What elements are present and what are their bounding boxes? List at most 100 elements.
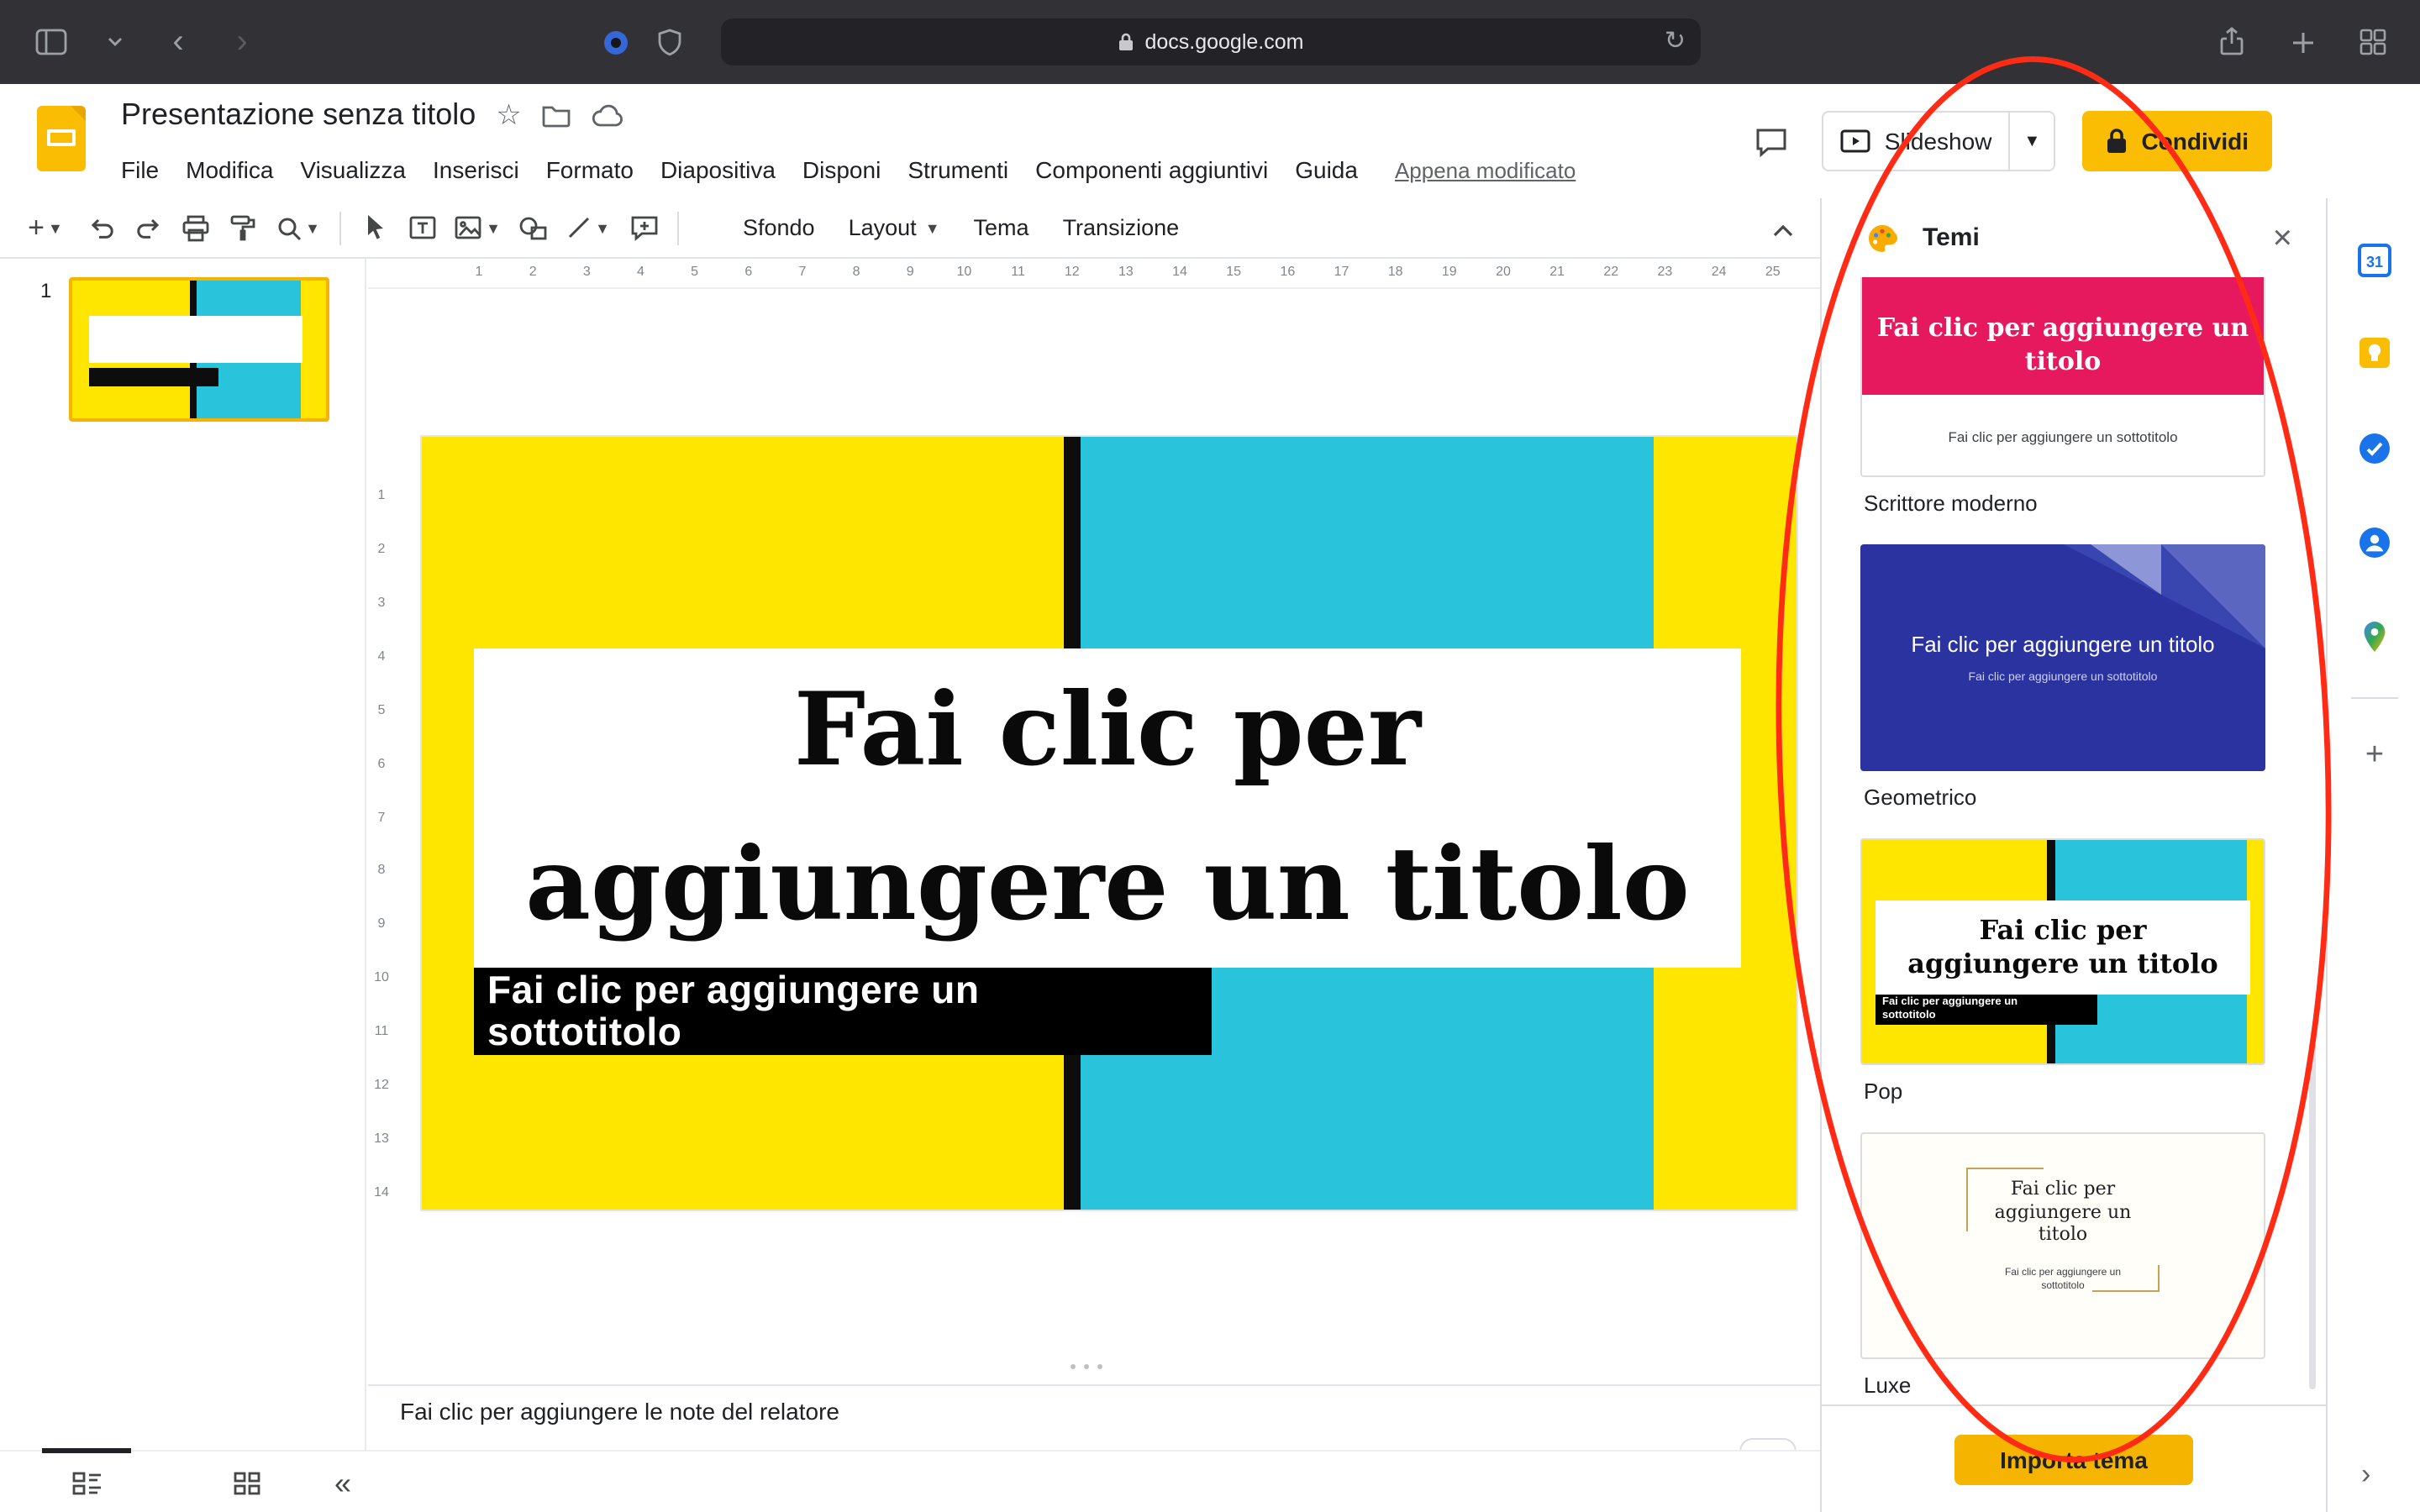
last-modified-status[interactable]: Appena modificato [1395,157,1576,182]
ruler-tick: 10 [368,970,395,985]
share-button[interactable]: Condividi [2082,111,2272,171]
print-button[interactable] [171,204,218,251]
menu-disponi[interactable]: Disponi [789,151,894,188]
panel-scrollbar[interactable] [2309,1042,2316,1389]
document-title[interactable]: Presentazione senza titolo [121,97,476,133]
ruler-tick: 5 [683,264,707,279]
chevron-down-icon[interactable] [91,18,138,66]
menu-file[interactable]: File [108,151,172,188]
theme-name: Luxe [1864,1373,2326,1399]
horizontal-ruler: 1234567891011121314151617181920212223242… [368,259,1820,289]
theme-card-scrittore-moderno[interactable]: Fai clic per aggiungere un titolo Fai cl… [1860,277,2265,477]
collapse-filmstrip-button[interactable]: « [323,1463,363,1504]
ruler-tick: 4 [629,264,652,279]
import-theme-button[interactable]: Importa tema [1954,1434,2193,1484]
sidebar-toggle-button[interactable] [27,18,74,66]
view-switcher-bar: « [0,1450,1820,1512]
star-icon[interactable]: ☆ [496,101,522,129]
cloud-saved-icon[interactable] [592,103,626,127]
menu-strumenti[interactable]: Strumenti [894,151,1022,188]
menu-diapositiva[interactable]: Diapositiva [647,151,789,188]
ruler-tick: 18 [1384,264,1407,279]
menu-guida[interactable]: Guida [1281,151,1371,188]
menu-modifica[interactable]: Modifica [172,151,287,188]
ruler-tick: 8 [844,264,868,279]
browser-toolbar: ‹ › docs.google.com ↻ [0,0,2420,84]
tasks-icon[interactable] [2358,432,2391,465]
ruler-tick: 25 [1761,264,1785,279]
theme-name: Geometrico [1864,785,2326,811]
background-button[interactable]: Sfondo [726,204,832,251]
undo-button[interactable] [77,204,124,251]
text-box-button[interactable] [398,204,445,251]
slideshow-dropdown[interactable]: ▼ [2010,132,2054,150]
shield-icon[interactable] [657,28,682,56]
ruler-tick: 11 [368,1023,395,1038]
resize-handle-dots[interactable] [1071,1364,1102,1369]
reload-icon[interactable]: ↻ [1665,25,1686,55]
new-slide-button[interactable]: +▼ [13,204,77,251]
theme-card-geometrico[interactable]: Fai clic per aggiungere un titolo Fai cl… [1860,544,2265,771]
menu-inserisci[interactable]: Inserisci [419,151,533,188]
insert-line-button[interactable]: ▼ [556,204,620,251]
ruler-tick: 7 [791,264,814,279]
slide-title-placeholder[interactable]: Fai clic per aggiungere un titolo [474,648,1741,968]
insert-shape-button[interactable] [509,204,556,251]
ruler-tick: 14 [1168,264,1192,279]
redo-button[interactable] [124,204,171,251]
ruler-tick: 6 [368,755,395,770]
insert-image-button[interactable]: ▼ [445,204,509,251]
share-icon[interactable] [2208,18,2255,66]
notes-divider[interactable] [368,1384,1820,1386]
layout-button[interactable]: Layout▼ [832,204,957,251]
contacts-icon[interactable] [2358,526,2391,559]
forward-button[interactable]: › [218,18,266,66]
menu-formato[interactable]: Formato [533,151,647,188]
menu-componenti-aggiuntivi[interactable]: Componenti aggiuntivi [1022,151,1281,188]
calendar-icon[interactable]: 31 [2358,244,2391,277]
select-tool[interactable] [351,204,398,251]
keep-icon[interactable] [2358,336,2391,370]
zoom-button[interactable]: ▼ [266,204,329,251]
close-icon[interactable]: × [2273,221,2292,255]
theme-card-luxe[interactable]: Fai clic per aggiungere un titolo Fai cl… [1860,1132,2265,1359]
address-bar[interactable]: docs.google.com ↻ [721,18,1701,66]
collapse-rail-icon[interactable]: › [2361,1458,2370,1492]
ruler-tick: 16 [1276,264,1299,279]
filmstrip-view-button[interactable] [67,1463,108,1504]
ruler-tick: 24 [1707,264,1731,279]
comment-history-icon[interactable] [1749,118,1796,165]
slideshow-button[interactable]: Slideshow ▼ [1823,111,2056,171]
edit-toolbar: +▼ ▼ ▼ ▼ [0,198,1820,259]
menu-visualizza[interactable]: Visualizza [287,151,419,188]
transition-button[interactable]: Transizione [1046,204,1197,251]
ruler-tick: 8 [368,863,395,878]
paint-format-button[interactable] [218,204,266,251]
slides-logo[interactable] [37,106,86,171]
theme-card-pop[interactable]: Fai clic per aggiungere un titolo Fai cl… [1860,838,2265,1065]
new-tab-icon[interactable] [2279,18,2326,66]
speaker-notes-input[interactable]: Fai clic per aggiungere le note del rela… [400,1398,839,1425]
ruler-tick: 9 [368,916,395,932]
share-label: Condividi [2141,128,2249,155]
move-folder-icon[interactable] [542,102,572,128]
add-icon[interactable]: + [2358,739,2391,773]
back-button[interactable]: ‹ [155,18,202,66]
extension-icon[interactable] [602,28,630,56]
svg-text:31: 31 [2366,254,2383,270]
ruler-tick: 15 [1222,264,1245,279]
collapse-toolbar-button[interactable] [1761,208,1805,252]
slide-editor[interactable]: Fai clic per aggiungere un titolo Fai cl… [422,437,1797,1210]
theme-button[interactable]: Tema [957,204,1046,251]
side-rail: 31 + › [2326,198,2420,1512]
maps-icon[interactable] [2358,620,2391,654]
url-text: docs.google.com [1144,30,1303,54]
ruler-tick: 9 [898,264,922,279]
grid-view-button[interactable] [227,1463,267,1504]
tab-overview-icon[interactable] [2349,18,2396,66]
insert-comment-button[interactable] [620,204,667,251]
ruler-tick: 2 [521,264,544,279]
slide-thumbnail[interactable] [69,277,329,422]
slide-subtitle-placeholder[interactable]: Fai clic per aggiungere un sottotitolo [474,968,1212,1055]
page: ‹ › docs.google.com ↻ [0,0,2420,1512]
